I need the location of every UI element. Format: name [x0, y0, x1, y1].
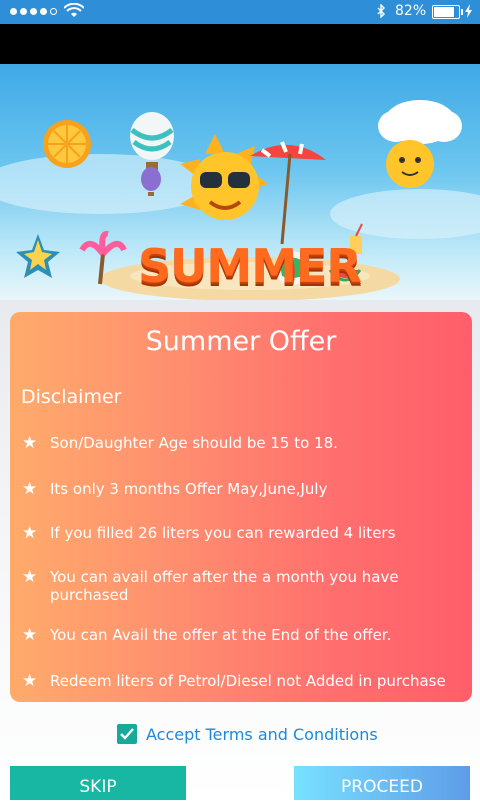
- skip-button[interactable]: SKIP: [10, 766, 186, 800]
- rule-item: ★ Son/Daughter Age should be 15 to 18.: [22, 434, 462, 452]
- offer-card: Summer Offer Disclaimer ★ Son/Daughter A…: [10, 312, 472, 702]
- rule-text: Redeem liters of Petrol/Diesel not Added…: [50, 672, 446, 690]
- rule-text: Its only 3 months Offer May,June,July: [50, 480, 328, 498]
- accept-terms-row[interactable]: Accept Terms and Conditions: [117, 724, 378, 744]
- star-icon: ★: [22, 433, 38, 453]
- proceed-button[interactable]: PROCEED: [294, 766, 470, 800]
- signal-strength-icon: [10, 8, 57, 15]
- beach-umbrella-icon: [250, 141, 326, 245]
- app-toolbar: [0, 24, 480, 64]
- rule-item: ★ You can Avail the offer at the End of …: [22, 626, 462, 644]
- accept-terms-label[interactable]: Accept Terms and Conditions: [146, 725, 378, 744]
- rule-text: You can avail offer after the a month yo…: [50, 568, 399, 604]
- sun-icon: [180, 134, 268, 220]
- status-bar: 82%: [0, 0, 480, 24]
- bluetooth-icon: [377, 4, 385, 18]
- rule-text: If you filled 26 liters you can rewarded…: [50, 524, 396, 542]
- star-icon: ★: [22, 567, 38, 587]
- card-title: Summer Offer: [145, 326, 337, 357]
- star-icon: ★: [22, 523, 38, 543]
- rule-item: ★ Redeem liters of Petrol/Diesel not Add…: [22, 672, 462, 690]
- star-icon: ★: [22, 625, 38, 645]
- star-icon: ★: [22, 479, 38, 499]
- banner-title: SUMMER: [138, 239, 362, 293]
- star-icon: ★: [22, 671, 38, 691]
- battery-percentage: 82%: [395, 3, 427, 19]
- rule-text: You can Avail the offer at the End of th…: [50, 626, 392, 644]
- disclaimer-heading: Disclaimer: [21, 386, 122, 408]
- summer-banner: SUMMER: [0, 64, 480, 300]
- checkmark-icon: [120, 728, 134, 740]
- rule-item: ★ If you filled 26 liters you can reward…: [22, 524, 462, 542]
- orange-icon: [43, 120, 91, 168]
- battery-icon: [432, 5, 463, 19]
- starfish-icon: [16, 234, 60, 278]
- accept-terms-checkbox[interactable]: [117, 724, 137, 744]
- wifi-icon: [64, 3, 84, 17]
- cloud-character-icon: [378, 100, 462, 188]
- rule-item: ★ You can avail offer after the a month …: [22, 568, 462, 604]
- charging-icon: [465, 4, 472, 18]
- rule-text: Son/Daughter Age should be 15 to 18.: [50, 434, 338, 452]
- rule-item: ★ Its only 3 months Offer May,June,July: [22, 480, 462, 498]
